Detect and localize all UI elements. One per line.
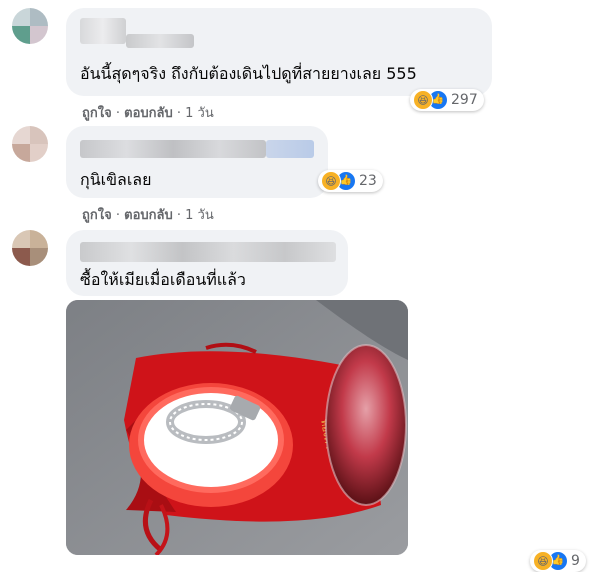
comment-actions: ถูกใจ · ตอบกลับ · 1 วัน [82,106,214,121]
comment-text: อันนี้สุดๆจริง ถึงกับต้องเดินไปดูที่สายย… [80,64,417,83]
reaction-summary[interactable]: 😆 👍 23 [318,170,383,192]
like-link[interactable]: ถูกใจ [82,106,112,121]
reaction-summary[interactable]: 😆 👍 297 [410,89,484,111]
timestamp[interactable]: 1 วัน [185,106,214,121]
commenter-avatar[interactable] [12,126,48,162]
commenter-name-blurred[interactable] [266,140,314,158]
commenter-name-blurred[interactable] [80,140,266,158]
photo-content: ทองคำ [66,300,408,555]
comment-actions: ถูกใจ · ตอบกลับ · 1 วัน [82,208,214,223]
comment-text: กุนิเขิลเลย [80,170,152,189]
haha-icon: 😆 [533,551,553,571]
reply-link[interactable]: ตอบกลับ [124,208,173,223]
reaction-count: 23 [359,173,377,189]
reaction-count: 297 [451,92,478,108]
commenter-avatar[interactable] [12,230,48,266]
commenter-name-blurred[interactable] [80,242,336,262]
haha-icon: 😆 [321,171,341,191]
reaction-count: 9 [571,553,580,569]
commenter-name-blurred[interactable] [80,18,126,44]
reaction-summary[interactable]: 😆 👍 9 [530,550,586,572]
timestamp[interactable]: 1 วัน [185,208,214,223]
commenter-name-blurred[interactable] [126,34,194,48]
comment-photo[interactable]: ทองคำ [66,300,408,555]
comment-text: ซื้อให้เมียเมื่อเดือนที่แล้ว [80,270,246,289]
like-link[interactable]: ถูกใจ [82,208,112,223]
haha-icon: 😆 [413,90,433,110]
reply-link[interactable]: ตอบกลับ [124,106,173,121]
commenter-avatar[interactable] [12,8,48,44]
